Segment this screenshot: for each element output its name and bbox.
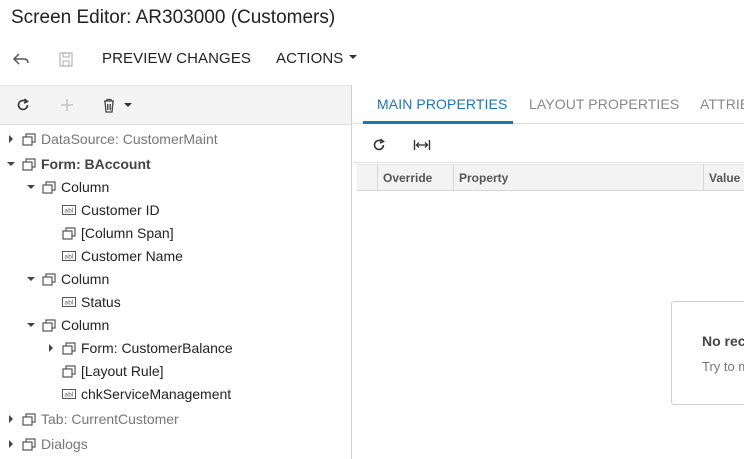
container-icon	[62, 341, 76, 355]
add-icon[interactable]	[58, 96, 76, 114]
trash-icon	[104, 98, 114, 113]
container-icon	[42, 272, 56, 286]
refresh-icon[interactable]	[14, 96, 32, 114]
save-icon[interactable]	[56, 50, 76, 68]
grid-header: Override Property Value	[357, 164, 744, 191]
tree-node-datasource[interactable]: DataSource: CustomerMaint	[4, 128, 218, 150]
tree-node-chkservicemanagement[interactable]: abl chkServiceManagement	[44, 383, 231, 405]
expand-icon[interactable]	[44, 341, 58, 355]
column-header-value[interactable]: Value	[703, 165, 744, 191]
container-icon	[22, 437, 36, 451]
properties-panel: MAIN PROPERTIES LAYOUT PROPERTIES ATTRIB…	[353, 85, 744, 459]
tab-main-properties[interactable]: MAIN PROPERTIES	[377, 96, 507, 112]
tree-node-status[interactable]: abl Status	[44, 291, 121, 313]
container-icon	[62, 364, 76, 378]
caret-down-icon	[124, 103, 132, 107]
expand-icon[interactable]	[4, 412, 18, 426]
preview-changes-button[interactable]: PREVIEW CHANGES	[102, 50, 251, 67]
page-title: Screen Editor: AR303000 (Customers)	[11, 7, 336, 28]
empty-state-hint: Try to m	[702, 359, 744, 374]
field-icon: abl	[62, 203, 76, 217]
svg-text:abl: abl	[64, 208, 73, 215]
container-icon	[42, 318, 56, 332]
actions-label: ACTIONS	[276, 50, 344, 67]
main-toolbar: PREVIEW CHANGES ACTIONS	[0, 44, 744, 74]
collapse-icon[interactable]	[4, 157, 18, 171]
tree-toolbar	[0, 86, 351, 125]
container-icon	[42, 180, 56, 194]
field-icon: abl	[62, 295, 76, 309]
container-icon	[22, 157, 36, 171]
tree-node-customer-id[interactable]: abl Customer ID	[44, 199, 160, 221]
tree-node-dialogs[interactable]: Dialogs	[4, 433, 88, 455]
expand-icon[interactable]	[4, 132, 18, 146]
caret-down-icon	[349, 55, 358, 60]
tree-node-form-customerbalance[interactable]: Form: CustomerBalance	[44, 337, 233, 359]
column-header-property[interactable]: Property	[453, 165, 705, 191]
tab-bar: MAIN PROPERTIES LAYOUT PROPERTIES ATTRIB	[353, 85, 744, 124]
empty-state-card: No rec Try to m	[671, 301, 744, 405]
container-icon	[22, 132, 36, 146]
refresh-icon[interactable]	[370, 136, 388, 154]
column-header-override[interactable]: Override	[377, 165, 454, 191]
undo-icon[interactable]	[11, 50, 31, 68]
fit-width-icon[interactable]	[413, 136, 431, 154]
expand-icon[interactable]	[4, 437, 18, 451]
tree-node-customer-name[interactable]: abl Customer Name	[44, 245, 183, 267]
field-icon: abl	[62, 387, 76, 401]
tree-node-column[interactable]: Column	[24, 268, 109, 290]
active-tab-indicator	[363, 121, 513, 124]
collapse-icon[interactable]	[24, 180, 38, 194]
tree-node-layout-rule[interactable]: [Layout Rule]	[44, 360, 164, 382]
tree-node-form-baccount[interactable]: Form: BAccount	[4, 153, 151, 175]
tree-panel: DataSource: CustomerMaint Form: BAccount…	[0, 85, 352, 459]
svg-text:abl: abl	[64, 392, 73, 399]
tree-node-column[interactable]: Column	[24, 314, 109, 336]
svg-text:abl: abl	[64, 300, 73, 307]
tab-attributes[interactable]: ATTRIB	[700, 96, 744, 112]
collapse-icon[interactable]	[24, 272, 38, 286]
actions-menu[interactable]: ACTIONS	[276, 50, 358, 67]
empty-state-title: No rec	[702, 333, 744, 349]
container-icon	[62, 226, 76, 240]
container-icon	[22, 412, 36, 426]
tab-layout-properties[interactable]: LAYOUT PROPERTIES	[529, 96, 679, 112]
field-icon: abl	[62, 249, 76, 263]
svg-text:abl: abl	[64, 254, 73, 261]
tree-node-column-span[interactable]: [Column Span]	[44, 222, 174, 244]
tree-node-column[interactable]: Column	[24, 176, 109, 198]
grid-toolbar	[353, 125, 744, 163]
tree-node-tab-currentcustomer[interactable]: Tab: CurrentCustomer	[4, 408, 179, 430]
collapse-icon[interactable]	[24, 318, 38, 332]
delete-menu[interactable]	[102, 96, 142, 114]
